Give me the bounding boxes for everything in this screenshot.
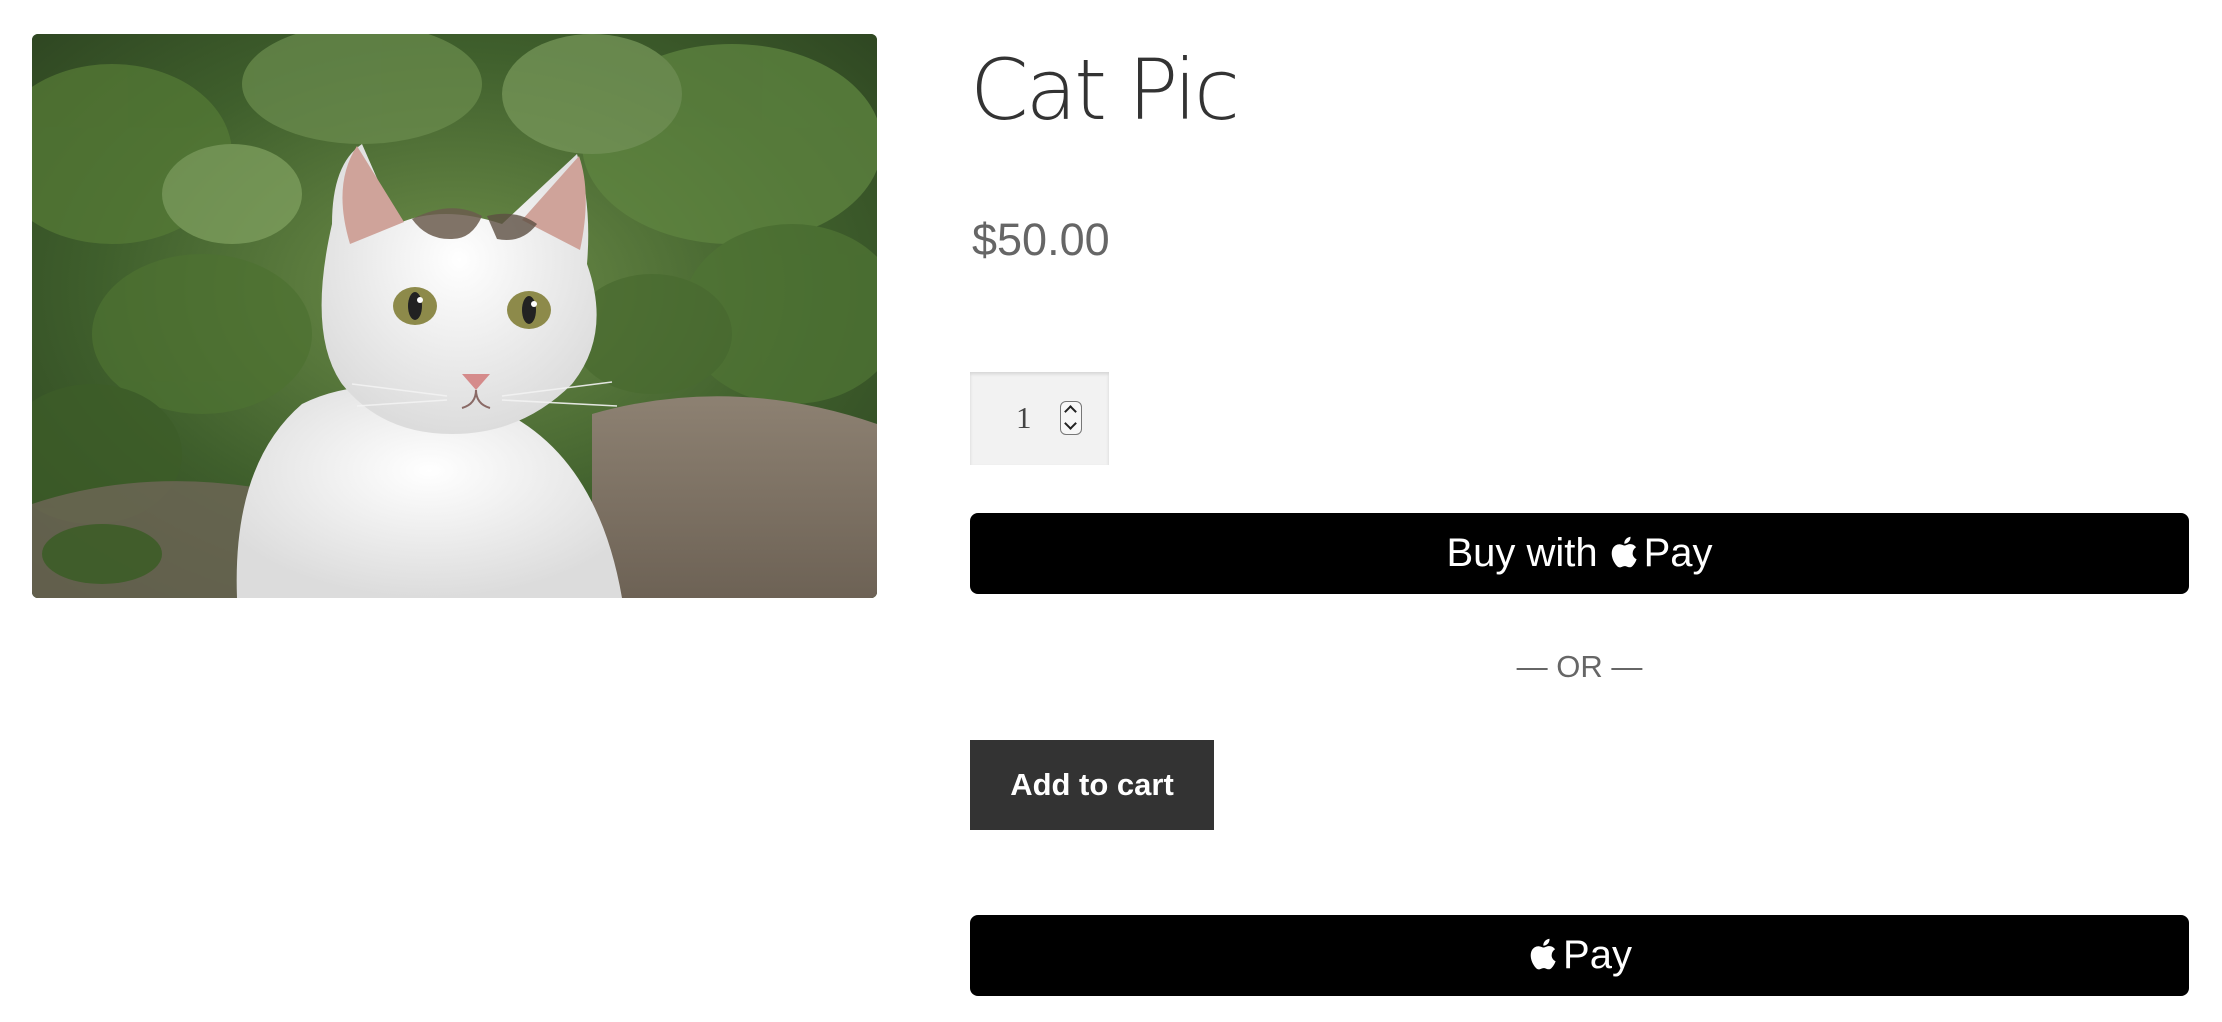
cat-photo-icon	[32, 34, 877, 598]
product-price: $50.00	[972, 214, 1110, 265]
quantity-value[interactable]: 1	[1016, 400, 1032, 436]
apple-icon	[1527, 936, 1557, 972]
express-pay-label: Pay	[1563, 933, 1632, 977]
quantity-stepper[interactable]	[1060, 401, 1082, 435]
apple-pay-button[interactable]: Pay	[970, 915, 2189, 996]
buy-with-label: Buy with	[1446, 531, 1598, 575]
stepper-down-button[interactable]	[1061, 417, 1081, 434]
pay-label: Pay	[1643, 531, 1713, 575]
apple-icon	[1608, 534, 1638, 570]
or-divider: — OR —	[1516, 649, 1643, 684]
product-title: Cat Pic	[970, 41, 1240, 139]
product-image[interactable]	[32, 34, 877, 598]
product-page: Cat Pic $50.00 1 Buy with Pay — OR — Add…	[0, 0, 2222, 1022]
chevron-down-icon	[1064, 417, 1077, 430]
buy-with-apple-pay-button[interactable]: Buy with Pay	[970, 513, 2189, 594]
stepper-up-button[interactable]	[1061, 402, 1081, 418]
quantity-input[interactable]: 1	[970, 372, 1109, 465]
chevron-up-icon	[1064, 405, 1077, 418]
add-to-cart-button[interactable]: Add to cart	[970, 740, 1214, 830]
